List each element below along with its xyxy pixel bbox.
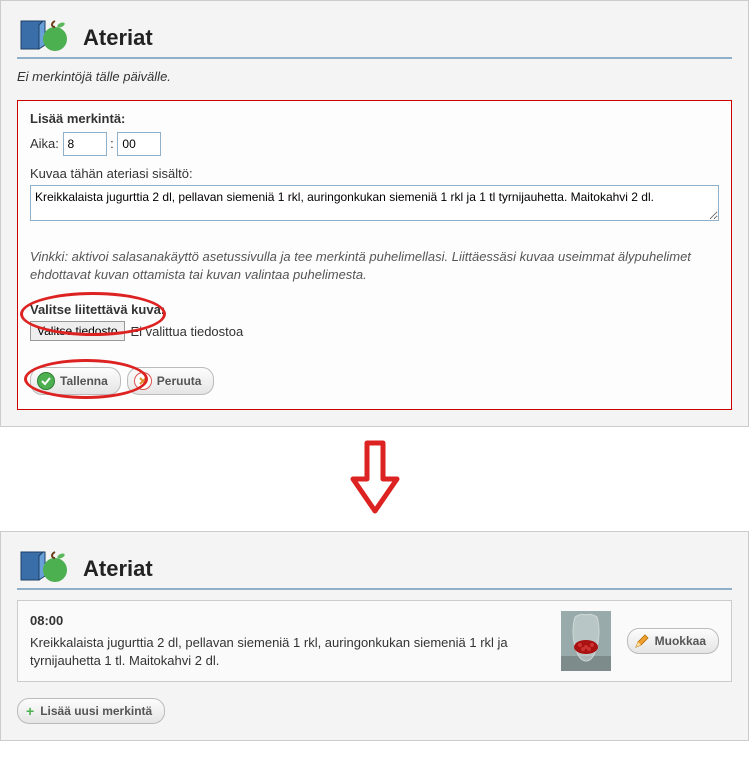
- cancel-button-label: Peruuta: [157, 374, 202, 388]
- choose-file-button[interactable]: Valitse tiedosto: [30, 321, 125, 341]
- add-new-label: Lisää uusi merkintä: [40, 704, 152, 718]
- button-row: Tallenna Peruuta: [30, 367, 719, 395]
- cancel-button[interactable]: Peruuta: [127, 367, 215, 395]
- file-heading: Valitse liitettävä kuva:: [30, 302, 719, 317]
- entry-description: Kreikkalaista jugurttia 2 dl, pellavan s…: [30, 634, 545, 670]
- form-heading: Lisää merkintä:: [30, 111, 719, 126]
- meal-entry: 08:00 Kreikkalaista jugurttia 2 dl, pell…: [17, 600, 732, 682]
- description-label: Kuvaa tähän ateriasi sisältö:: [30, 166, 719, 181]
- entry-thumbnail: [561, 611, 611, 671]
- time-separator: :: [110, 136, 114, 151]
- add-entry-form: Lisää merkintä: Aika: : Kuvaa tähän ater…: [17, 100, 732, 410]
- minute-input[interactable]: [117, 132, 161, 156]
- panel-header: Ateriat: [17, 13, 732, 59]
- meals-icon: [17, 544, 67, 584]
- entry-text-block: 08:00 Kreikkalaista jugurttia 2 dl, pell…: [30, 612, 545, 671]
- meals-panel-result: Ateriat 08:00 Kreikkalaista jugurttia 2 …: [0, 531, 749, 741]
- save-button[interactable]: Tallenna: [30, 367, 121, 395]
- page-title: Ateriat: [83, 556, 153, 582]
- description-textarea[interactable]: Kreikkalaista jugurttia 2 dl, pellavan s…: [30, 185, 719, 221]
- time-row: Aika: :: [30, 132, 719, 156]
- arrow-down: [0, 439, 749, 519]
- close-icon: [134, 372, 152, 390]
- hint-text: Vinkki: aktivoi salasanakäyttö asetussiv…: [30, 248, 719, 284]
- hour-input[interactable]: [63, 132, 107, 156]
- check-icon: [37, 372, 55, 390]
- file-status-text: Ei valittua tiedostoa: [131, 324, 244, 339]
- meals-panel-form: Ateriat Ei merkintöjä tälle päivälle. Li…: [0, 0, 749, 427]
- plus-icon: +: [26, 703, 34, 719]
- save-button-label: Tallenna: [60, 374, 108, 388]
- add-new-entry-button[interactable]: + Lisää uusi merkintä: [17, 698, 165, 724]
- entry-time: 08:00: [30, 612, 545, 630]
- pencil-icon: [634, 633, 650, 649]
- edit-button[interactable]: Muokkaa: [627, 628, 719, 654]
- file-row: Valitse tiedosto Ei valittua tiedostoa: [30, 321, 719, 341]
- edit-button-label: Muokkaa: [655, 634, 706, 648]
- time-label: Aika:: [30, 136, 59, 151]
- panel-header: Ateriat: [17, 544, 732, 590]
- meals-icon: [17, 13, 67, 53]
- page-title: Ateriat: [83, 25, 153, 51]
- no-entries-text: Ei merkintöjä tälle päivälle.: [17, 69, 732, 84]
